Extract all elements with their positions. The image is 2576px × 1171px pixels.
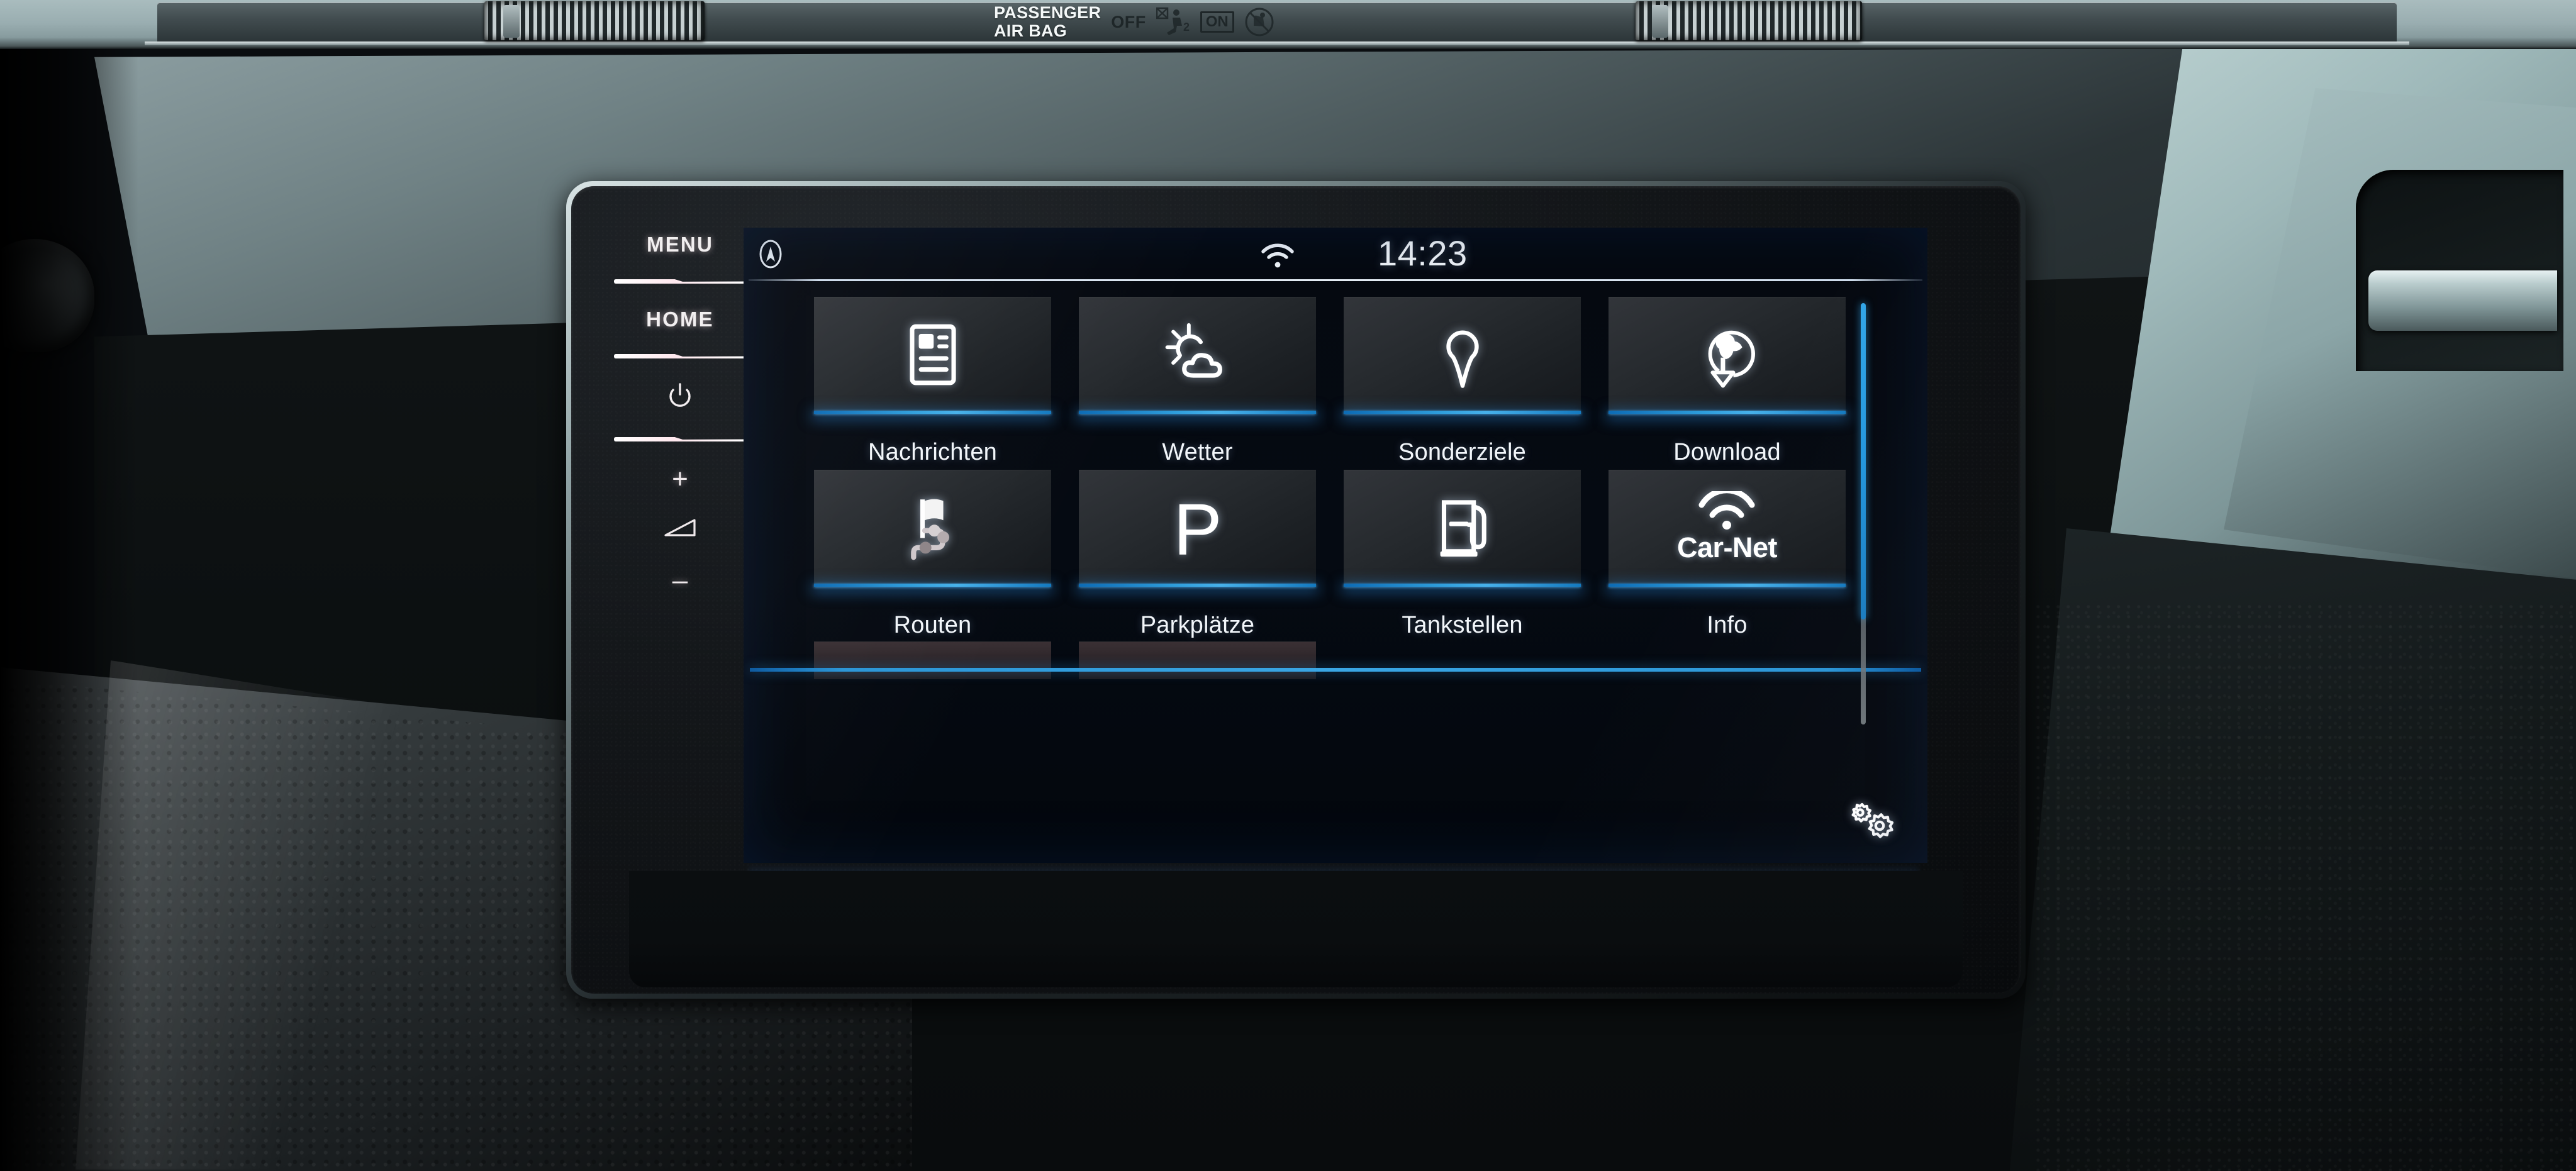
app-tile-grid: Nachrichten Wetter Sonderziele Download … [814,297,1846,800]
airbag-on-label: ON [1200,11,1234,33]
tile-parkplaetze[interactable]: P Parkplätze [1079,470,1316,643]
tile-nachrichten[interactable]: Nachrichten [814,297,1051,470]
tile-routen-surface[interactable] [814,470,1051,587]
scrollbar-thumb[interactable] [1861,303,1866,619]
tile-parkplaetze-surface[interactable]: P [1079,470,1316,587]
wifi-icon [1259,241,1296,272]
car-net-wordmark: Car-Net [1676,531,1778,563]
air-vent-left[interactable] [484,1,705,40]
tile-routen[interactable]: Routen [814,470,1051,643]
status-bar-divider [749,279,1922,281]
tile-tankstellen-label: Tankstellen [1402,612,1523,638]
tile-accent-underline [1079,411,1316,414]
air-vent-left-knob[interactable] [503,5,520,38]
fuel-pump-icon [1440,499,1486,557]
tile-wetter-label: Wetter [1162,439,1233,465]
hardkey-divider-1 [614,279,746,284]
menu-button[interactable]: MENU [647,233,713,257]
flag-route-waypoints-icon [910,499,949,560]
tile-download-surface[interactable] [1609,297,1846,414]
sun-cloud-weather-icon [1165,323,1222,378]
svg-text:P: P [1173,491,1222,565]
volume-indicator [664,518,696,540]
tile-sonderziele-surface[interactable] [1344,297,1581,414]
airbag-off-pictogram-icon: 2 [1156,7,1190,35]
left-edge-vignette [0,0,138,1171]
infotainment-unit-chin [629,871,1963,987]
airbag-off-label: OFF [1111,12,1146,31]
airbag-title-line2: AIR BAG [994,21,1068,40]
tile-download[interactable]: Download [1609,297,1846,470]
compass-navigation-icon[interactable] [756,238,785,274]
tile-info-label: Info [1707,612,1748,638]
airbag-on-crossed-child-seat-icon [1245,8,1274,36]
power-button[interactable] [666,382,694,414]
globe-download-arrow-icon [1708,330,1755,388]
air-vent-right[interactable] [1636,1,1862,40]
passenger-airbag-title: PASSENGER AIR BAG [994,4,1101,40]
news-article-icon [909,324,956,385]
tile-wetter-surface[interactable] [1079,297,1316,414]
car-net-logo: Car-Net [1676,491,1778,564]
tile-sonderziele[interactable]: Sonderziele [1344,297,1581,470]
tile-routen-label: Routen [893,612,972,638]
airbag-title-line1: PASSENGER [994,3,1101,22]
volume-down-button[interactable]: – [672,567,688,594]
settings-button[interactable] [1839,797,1900,845]
tile-accent-underline [1609,584,1846,587]
parking-p-icon: P [1173,491,1222,565]
passenger-airbag-indicator: PASSENGER AIR BAG OFF 2 ON [994,1,1334,43]
power-icon [669,383,691,407]
tile-nachrichten-label: Nachrichten [868,439,997,465]
tile-wetter[interactable]: Wetter [1079,297,1316,470]
bottom-divider [750,668,1921,672]
gears-settings-icon [1851,802,1894,838]
status-bar: 14:23 [744,228,1927,277]
tile-info[interactable]: Car-Net Info [1609,470,1846,643]
car-net-wifi-icon [1698,491,1755,530]
tile-accent-underline [814,411,1051,414]
vertical-scrollbar[interactable] [1861,303,1866,724]
tile-tankstellen-surface[interactable] [1344,470,1581,587]
volume-wedge-icon [664,519,696,536]
grab-handle [2368,270,2557,331]
tile-nachrichten-surface[interactable] [814,297,1051,414]
screenshot-stage: PASSENGER AIR BAG OFF 2 ON MENU HOME + –… [0,0,2576,1171]
tile-accent-underline [1344,411,1581,414]
hardkey-divider-2 [614,354,746,358]
tile-sonderziele-label: Sonderziele [1398,439,1526,465]
tile-info-surface[interactable]: Car-Net [1609,470,1846,587]
tile-accent-underline [814,584,1051,587]
air-vent-right-knob[interactable] [1652,5,1668,38]
hardkey-column: MENU HOME + – [599,233,761,912]
lower-right-trim-texture [2035,604,2576,1171]
tile-download-label: Download [1673,439,1781,465]
tile-parkplaetze-label: Parkplätze [1140,612,1255,638]
tile-accent-underline [1609,411,1846,414]
clock-time: 14:23 [1378,233,1468,273]
tile-accent-underline [1079,584,1316,587]
tile-tankstellen[interactable]: Tankstellen [1344,470,1581,643]
svg-text:2: 2 [1183,21,1190,33]
tile-accent-underline [1344,584,1581,587]
map-pin-icon [1446,330,1479,388]
home-button[interactable]: HOME [646,308,714,331]
hardkey-divider-3 [614,437,746,441]
infotainment-screen[interactable]: 14:23 Nachrichten Wetter Sonderziele Dow… [744,228,1927,863]
volume-up-button[interactable]: + [672,465,688,493]
